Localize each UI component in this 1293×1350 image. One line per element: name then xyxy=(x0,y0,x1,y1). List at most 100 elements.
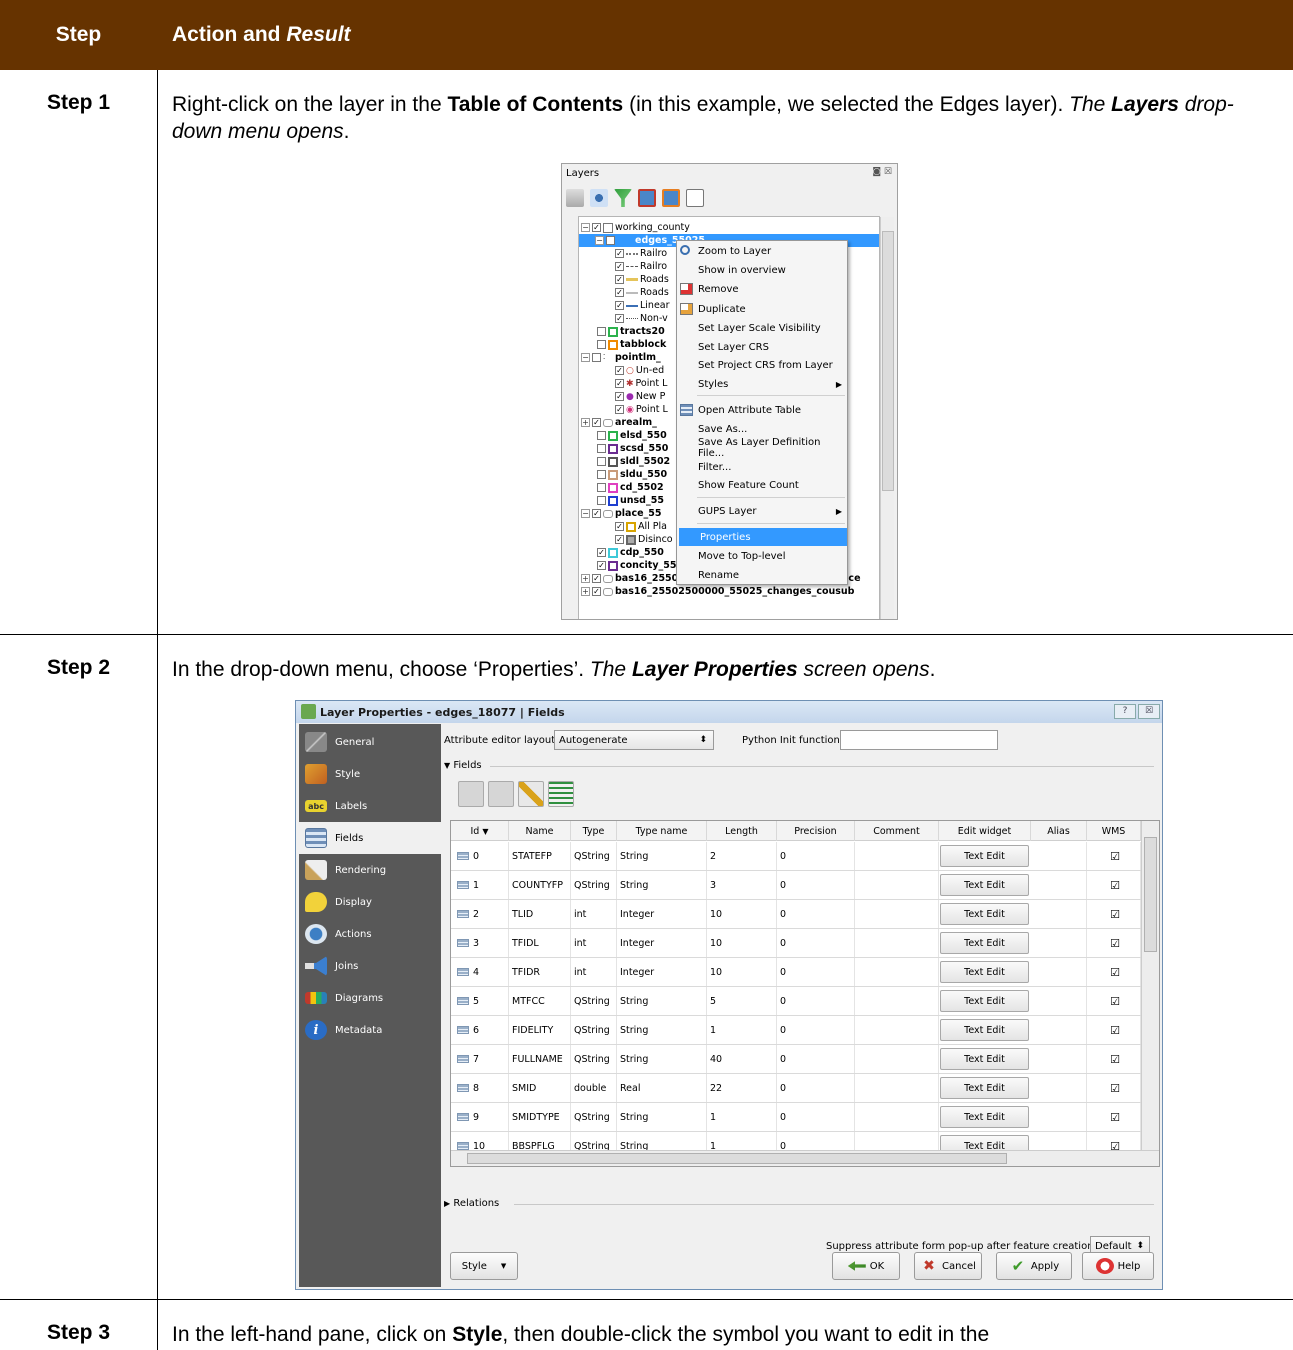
add-group-icon[interactable] xyxy=(566,189,584,207)
tree-row[interactable]: ✓ Non-v xyxy=(615,312,668,325)
tree-row[interactable]: ✓ Roads xyxy=(615,273,669,286)
tree-row[interactable]: elsd_550 xyxy=(597,429,667,442)
filter-icon[interactable] xyxy=(614,189,632,207)
tree-row[interactable]: tracts20 xyxy=(597,325,665,338)
edit-pencil-icon[interactable] xyxy=(518,781,544,807)
checkbox[interactable]: ✓ xyxy=(615,535,624,544)
style-menu-button[interactable]: Style ▼ xyxy=(450,1252,518,1280)
edit-widget-button[interactable]: Text Edit xyxy=(940,1048,1029,1070)
expand-icon[interactable]: + xyxy=(581,574,590,583)
col-type-name[interactable]: Type name xyxy=(617,821,707,841)
menu-item-remove[interactable]: Remove xyxy=(677,280,847,298)
wms-checkbox[interactable]: ☑ xyxy=(1087,1103,1141,1131)
wms-checkbox[interactable]: ☑ xyxy=(1087,1045,1141,1073)
tree-row[interactable]: ✓ cdp_550 xyxy=(597,546,664,559)
checkbox[interactable]: ✓ xyxy=(615,522,624,531)
collapse-icon[interactable]: − xyxy=(581,353,590,362)
checkbox[interactable]: ✓ xyxy=(606,236,615,245)
wms-checkbox[interactable]: ☑ xyxy=(1087,1016,1141,1044)
edit-widget-button[interactable]: Text Edit xyxy=(940,932,1029,954)
tree-row[interactable]: ✓ Railro xyxy=(615,247,667,260)
checkbox[interactable]: ✓ xyxy=(592,223,601,232)
new-field-button[interactable] xyxy=(458,781,484,807)
cancel-button[interactable]: ✖ Cancel xyxy=(914,1252,982,1280)
sidebar-item-rendering[interactable]: Rendering xyxy=(299,854,441,886)
col-edit-widget[interactable]: Edit widget xyxy=(939,821,1031,841)
edit-widget-button[interactable]: Text Edit xyxy=(940,903,1029,925)
expand-icon[interactable]: + xyxy=(581,587,590,596)
fields-group-toggle[interactable]: ▼ Fields xyxy=(444,760,482,771)
wms-checkbox[interactable]: ☑ xyxy=(1087,1074,1141,1102)
edit-widget-button[interactable]: Text Edit xyxy=(940,874,1029,896)
tree-row[interactable]: ✓ Linear xyxy=(615,299,670,312)
tree-row[interactable]: scsd_550 xyxy=(597,442,668,455)
menu-item-set-layer-crs[interactable]: Set Layer CRS xyxy=(677,338,847,356)
menu-item-styles[interactable]: Styles ▶ xyxy=(677,375,847,393)
checkbox[interactable]: ✓ xyxy=(592,587,601,596)
collapse-icon[interactable]: − xyxy=(595,236,604,245)
wms-checkbox[interactable]: ☑ xyxy=(1087,842,1141,870)
fields-table-vscroll[interactable] xyxy=(1141,821,1159,1151)
col-wms[interactable]: WMS xyxy=(1087,821,1141,841)
menu-item-set-project-crs[interactable]: Set Project CRS from Layer xyxy=(677,356,847,374)
checkbox[interactable]: ✓ xyxy=(615,379,624,388)
tree-row[interactable]: unsd_55 xyxy=(597,494,664,507)
relations-group-toggle[interactable]: ▶ Relations xyxy=(444,1198,499,1209)
menu-item-move-to-top-level[interactable]: Move to Top-level xyxy=(677,547,847,565)
checkbox[interactable]: ✓ xyxy=(592,418,601,427)
table-row[interactable]: 0 STATEFP QString String 2 0 Text Edit ☑ xyxy=(451,842,1141,871)
checkbox[interactable] xyxy=(597,444,606,453)
col-comment[interactable]: Comment xyxy=(855,821,939,841)
tree-row[interactable]: + ✓ arealm_ xyxy=(581,416,657,429)
ok-button[interactable]: OK xyxy=(832,1252,900,1280)
menu-item-filter[interactable]: Filter... xyxy=(677,458,847,476)
collapse-all-icon[interactable] xyxy=(662,189,680,207)
table-row[interactable]: 3 TFIDL int Integer 10 0 Text Edit ☑ xyxy=(451,929,1141,958)
checkbox[interactable]: ✓ xyxy=(592,509,601,518)
tree-row[interactable]: ✓ Railro xyxy=(615,260,667,273)
tree-row[interactable]: − ⁚ pointlm_ xyxy=(581,351,661,364)
apply-button[interactable]: ✔ Apply xyxy=(996,1252,1072,1280)
tree-row[interactable]: sldu_550 xyxy=(597,468,667,481)
sidebar-item-labels[interactable]: abc Labels xyxy=(299,790,441,822)
menu-item-properties[interactable]: Properties xyxy=(679,528,847,546)
sidebar-item-style[interactable]: Style xyxy=(299,758,441,790)
delete-field-button[interactable] xyxy=(488,781,514,807)
wms-checkbox[interactable]: ☑ xyxy=(1087,987,1141,1015)
tree-row[interactable]: ✓ Roads xyxy=(615,286,669,299)
field-calculator-icon[interactable] xyxy=(548,781,574,807)
menu-item-duplicate[interactable]: Duplicate xyxy=(677,300,847,318)
scrollbar-thumb[interactable] xyxy=(1144,837,1157,952)
attr-layout-select[interactable]: Autogenerate ⬍ xyxy=(554,730,714,750)
checkbox[interactable]: ✓ xyxy=(592,574,601,583)
menu-item-scale-visibility[interactable]: Set Layer Scale Visibility xyxy=(677,319,847,337)
checkbox[interactable] xyxy=(597,470,606,479)
tree-row[interactable]: ✓ ✱ Point L xyxy=(615,377,667,390)
sidebar-item-joins[interactable]: Joins xyxy=(299,950,441,982)
tree-row[interactable]: tabblock xyxy=(597,338,666,351)
col-length[interactable]: Length xyxy=(707,821,777,841)
menu-item-rename[interactable]: Rename xyxy=(677,566,847,584)
checkbox[interactable] xyxy=(592,353,601,362)
menu-item-save-layer-definition[interactable]: Save As Layer Definition File... xyxy=(677,437,847,459)
edit-widget-button[interactable]: Text Edit xyxy=(940,845,1029,867)
help-button[interactable]: Help xyxy=(1082,1252,1154,1280)
edit-widget-button[interactable]: Text Edit xyxy=(940,961,1029,983)
checkbox[interactable]: ✓ xyxy=(615,262,624,271)
edit-widget-button[interactable]: Text Edit xyxy=(940,1077,1029,1099)
layer-tree-scrollbar[interactable] xyxy=(880,217,894,619)
checkbox[interactable]: ✓ xyxy=(597,548,606,557)
checkbox[interactable]: ✓ xyxy=(615,301,624,310)
menu-item-open-attribute-table[interactable]: Open Attribute Table xyxy=(677,401,847,419)
sidebar-item-actions[interactable]: Actions xyxy=(299,918,441,950)
col-type[interactable]: Type xyxy=(571,821,617,841)
checkbox[interactable]: ✓ xyxy=(615,275,624,284)
edit-widget-button[interactable]: Text Edit xyxy=(940,1019,1029,1041)
checkbox[interactable] xyxy=(597,431,606,440)
table-row[interactable]: 1 COUNTYFP QString String 3 0 Text Edit ☑ xyxy=(451,871,1141,900)
eye-icon[interactable] xyxy=(590,189,608,207)
col-name[interactable]: Name xyxy=(509,821,571,841)
checkbox[interactable]: ✓ xyxy=(615,314,624,323)
sidebar-item-display[interactable]: Display xyxy=(299,886,441,918)
checkbox[interactable]: ✓ xyxy=(615,392,624,401)
